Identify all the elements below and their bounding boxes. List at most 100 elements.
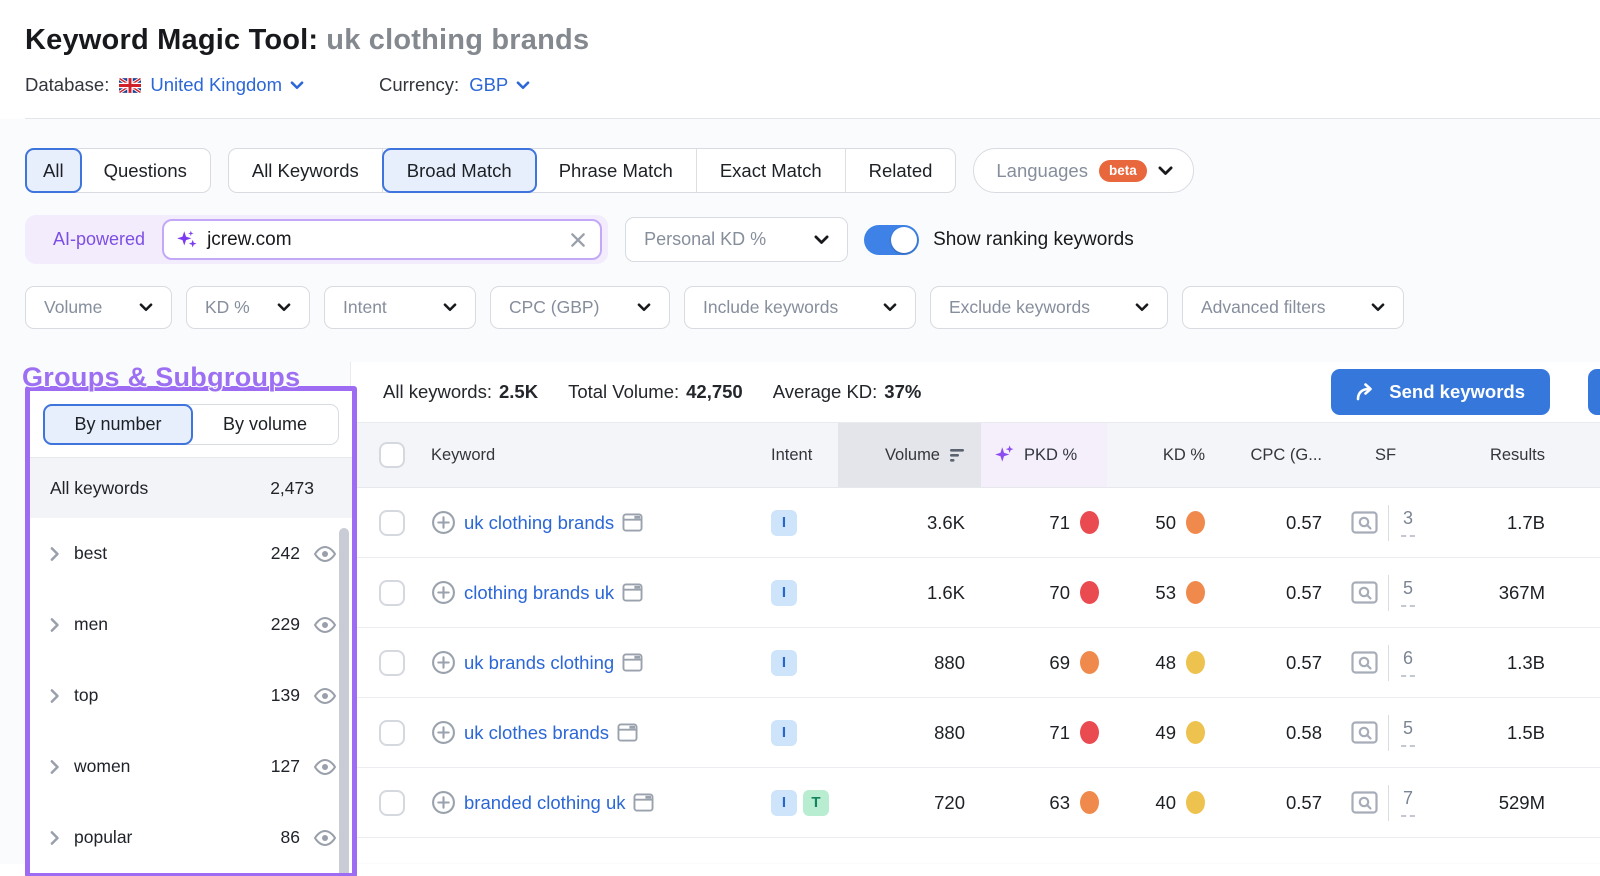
column-header-kd[interactable]: KD % <box>1107 423 1217 487</box>
sf-divider <box>1388 574 1389 611</box>
eye-icon[interactable] <box>312 829 338 847</box>
serp-preview-icon[interactable] <box>1351 511 1378 534</box>
keyword-search-input[interactable]: jcrew.com <box>162 219 603 260</box>
scope-tab-group: All Questions <box>25 148 211 193</box>
sidebar-group-popular[interactable]: popular 86 <box>30 802 352 873</box>
send-arrow-icon <box>1356 383 1373 401</box>
match-tabs-row: All Questions All Keywords Broad Match P… <box>0 148 1600 193</box>
filter-volume[interactable]: Volume <box>25 286 172 329</box>
tab-all-keywords[interactable]: All Keywords <box>229 149 383 192</box>
eye-icon[interactable] <box>312 616 338 634</box>
serp-preview-icon[interactable] <box>1351 721 1378 744</box>
tab-exact-match[interactable]: Exact Match <box>697 149 846 192</box>
row-checkbox[interactable] <box>379 509 405 536</box>
chevron-right-icon[interactable] <box>50 759 60 775</box>
row-checkbox[interactable] <box>379 719 405 746</box>
sf-count[interactable]: 5 <box>1401 578 1416 607</box>
tab-by-volume[interactable]: By volume <box>192 405 338 444</box>
select-all-checkbox[interactable] <box>379 442 405 468</box>
keyword-link[interactable]: uk clothing brands <box>464 512 614 534</box>
filter-cpc[interactable]: CPC (GBP) <box>490 286 670 329</box>
row-checkbox[interactable] <box>379 789 405 816</box>
add-keyword-icon[interactable] <box>431 650 456 675</box>
tab-broad-match[interactable]: Broad Match <box>381 148 537 193</box>
chevron-right-icon[interactable] <box>50 688 60 704</box>
chevron-right-icon[interactable] <box>50 617 60 633</box>
filter-intent[interactable]: Intent <box>324 286 476 329</box>
keyword-link[interactable]: uk brands clothing <box>464 652 614 674</box>
sidebar-group-women[interactable]: women 127 <box>30 731 352 802</box>
eye-icon[interactable] <box>312 545 338 563</box>
sf-count[interactable]: 7 <box>1401 788 1416 817</box>
filter-advanced[interactable]: Advanced filters <box>1182 286 1404 329</box>
row-checkbox[interactable] <box>379 649 405 676</box>
filter-include-keywords[interactable]: Include keywords <box>684 286 916 329</box>
export-button-partial[interactable] <box>1588 369 1600 415</box>
serp-icon[interactable] <box>633 793 654 812</box>
sf-count[interactable]: 6 <box>1401 648 1416 677</box>
sidebar-group-best[interactable]: best 242 <box>30 518 352 589</box>
serp-preview-icon[interactable] <box>1351 651 1378 674</box>
serp-icon[interactable] <box>622 583 643 602</box>
add-keyword-icon[interactable] <box>431 790 456 815</box>
intent-badge[interactable]: I <box>771 649 797 676</box>
column-header-results[interactable]: Results <box>1442 423 1600 487</box>
sidebar-sort-tabs: By number By volume <box>43 404 339 446</box>
serp-icon[interactable] <box>617 723 638 742</box>
chevron-right-icon[interactable] <box>50 546 60 562</box>
intent-badge[interactable]: T <box>803 789 829 816</box>
row-checkbox[interactable] <box>379 579 405 606</box>
tab-phrase-match[interactable]: Phrase Match <box>536 149 697 192</box>
serp-icon[interactable] <box>622 653 643 672</box>
column-header-cpc[interactable]: CPC (G... <box>1217 423 1337 487</box>
sidebar-group-men[interactable]: men 229 <box>30 589 352 660</box>
chevron-down-icon <box>516 80 530 89</box>
column-header-keyword[interactable]: Keyword <box>431 423 746 487</box>
send-keywords-button[interactable]: Send keywords <box>1331 369 1550 415</box>
tab-questions[interactable]: Questions <box>81 149 210 192</box>
sf-count[interactable]: 5 <box>1401 718 1416 747</box>
column-header-volume[interactable]: Volume <box>838 423 981 487</box>
sidebar-group-top[interactable]: top 139 <box>30 660 352 731</box>
eye-icon[interactable] <box>312 687 338 705</box>
intent-badge[interactable]: I <box>771 719 797 746</box>
cpc-cell: 0.57 <box>1285 791 1322 813</box>
column-header-sf[interactable]: SF <box>1337 423 1442 487</box>
pkd-cell: 71 <box>981 488 1107 557</box>
keyword-link[interactable]: branded clothing uk <box>464 792 625 814</box>
stat-average-kd: Average KD: 37% <box>772 381 922 402</box>
keyword-link[interactable]: uk clothes brands <box>464 722 609 744</box>
eye-icon[interactable] <box>312 758 338 776</box>
serp-preview-icon[interactable] <box>1351 791 1378 814</box>
currency-select[interactable]: GBP <box>469 74 530 96</box>
tab-all[interactable]: All <box>25 148 82 193</box>
sidebar-scrollbar[interactable] <box>339 528 349 873</box>
column-header-pkd[interactable]: PKD % <box>981 423 1107 487</box>
cpc-cell: 0.57 <box>1285 581 1322 603</box>
database-select[interactable]: United Kingdom <box>150 74 304 96</box>
languages-dropdown[interactable]: Languages beta <box>973 148 1194 193</box>
clear-search-icon[interactable] <box>570 232 586 248</box>
keyword-link[interactable]: clothing brands uk <box>464 582 614 604</box>
column-header-intent[interactable]: Intent <box>746 423 838 487</box>
tab-related[interactable]: Related <box>846 149 956 192</box>
add-keyword-icon[interactable] <box>431 510 456 535</box>
table-row: uk brands clothing I 880 69 48 0.57 6 1.… <box>351 628 1600 698</box>
intent-badge[interactable]: I <box>771 509 797 536</box>
show-ranking-keywords-toggle[interactable] <box>864 224 920 255</box>
keywords-panel: All keywords: 2.5K Total Volume: 42,750 Av… <box>350 362 1600 863</box>
filter-kd[interactable]: KD % <box>186 286 310 329</box>
filter-exclude-keywords[interactable]: Exclude keywords <box>930 286 1168 329</box>
table-row: clothing brands uk I 1.6K 70 53 0.57 5 3… <box>351 558 1600 628</box>
personal-kd-dropdown[interactable]: Personal KD % <box>625 217 849 262</box>
serp-preview-icon[interactable] <box>1351 581 1378 604</box>
serp-icon[interactable] <box>622 513 643 532</box>
add-keyword-icon[interactable] <box>431 580 456 605</box>
intent-badge[interactable]: I <box>771 579 797 606</box>
chevron-right-icon[interactable] <box>50 830 60 846</box>
tab-by-number[interactable]: By number <box>43 404 193 446</box>
add-keyword-icon[interactable] <box>431 720 456 745</box>
intent-badge[interactable]: I <box>771 789 797 816</box>
sf-count[interactable]: 3 <box>1401 508 1416 537</box>
sidebar-all-keywords-row[interactable]: All keywords 2,473 <box>30 458 352 518</box>
